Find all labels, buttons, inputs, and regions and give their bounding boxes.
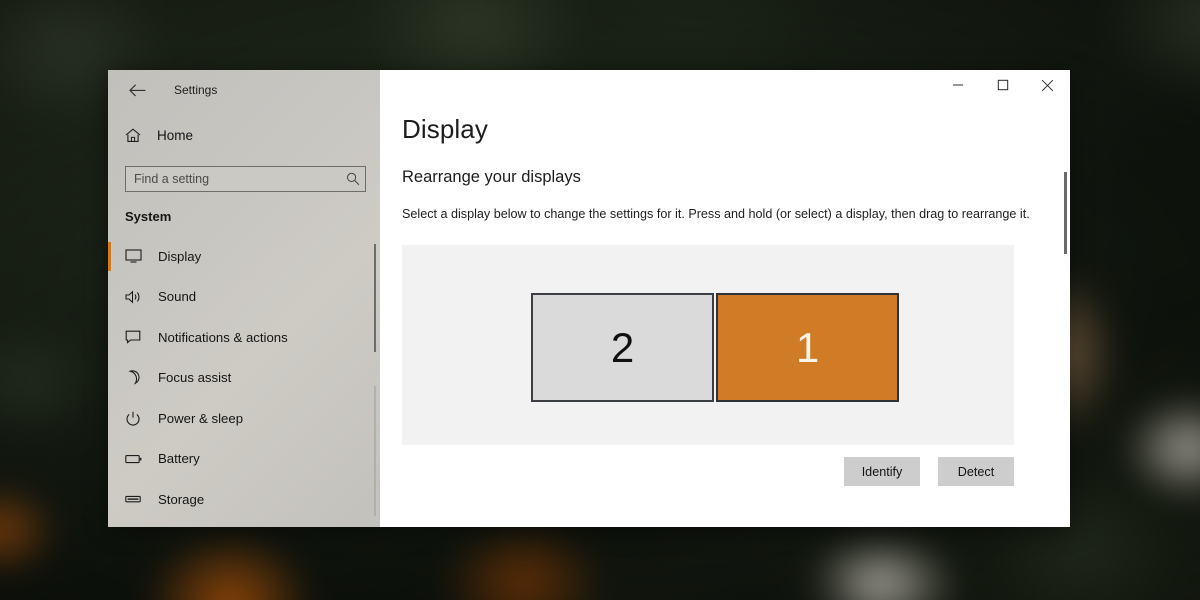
sidebar-item-sound[interactable]: Sound	[108, 277, 380, 318]
speaker-icon	[125, 290, 149, 304]
content-body: Display Rearrange your displays Select a…	[380, 106, 1070, 486]
display-tile-2-number: 2	[610, 323, 635, 371]
sidebar-home-label: Home	[157, 127, 194, 143]
search-box[interactable]	[125, 166, 366, 192]
sidebar-item-focus-assist-label: Focus assist	[158, 370, 232, 386]
sidebar-scrollbar[interactable]	[374, 236, 376, 521]
settings-window: Settings Home Find a setting System Disp…	[108, 70, 1070, 527]
identify-button[interactable]: Identify	[844, 457, 920, 486]
power-icon	[125, 411, 149, 426]
display-arrangement-canvas[interactable]: 2 1	[402, 245, 1014, 445]
window-titlebar-left: Settings	[108, 70, 380, 110]
sidebar-group-title: System	[125, 209, 172, 224]
sidebar-scrollbar-thumb[interactable]	[374, 244, 376, 352]
sidebar-item-sound-label: Sound	[158, 289, 197, 305]
home-icon	[125, 127, 151, 143]
minimize-icon[interactable]	[935, 70, 980, 100]
notification-icon	[125, 330, 149, 345]
sidebar-item-battery-label: Battery	[158, 451, 200, 467]
sidebar-item-storage[interactable]: Storage	[108, 479, 380, 520]
content-scrollbar-thumb[interactable]	[1064, 172, 1067, 254]
sidebar-item-notifications-label: Notifications & actions	[158, 329, 288, 345]
display-tile-1[interactable]: 1	[716, 293, 899, 402]
sidebar-item-battery[interactable]: Battery	[108, 439, 380, 480]
sidebar-item-focus-assist[interactable]: Focus assist	[108, 358, 380, 399]
detect-button[interactable]: Detect	[938, 457, 1014, 486]
sidebar-item-power-sleep[interactable]: Power & sleep	[108, 398, 380, 439]
monitor-icon	[125, 249, 149, 263]
battery-icon	[125, 453, 149, 465]
display-tile-1-number: 1	[795, 323, 820, 371]
section-title: Rearrange your displays	[402, 168, 581, 186]
navigation-pane: Settings Home Find a setting System Disp…	[108, 70, 380, 527]
window-titlebar-right	[380, 70, 1070, 106]
sidebar-item-display[interactable]: Display	[108, 236, 380, 277]
moon-icon	[125, 370, 149, 385]
page-title: Display	[402, 114, 488, 144]
content-pane: Display Rearrange your displays Select a…	[380, 70, 1070, 527]
display-action-buttons: Identify Detect	[402, 457, 1014, 486]
back-arrow-icon[interactable]	[122, 75, 152, 105]
sidebar-item-power-sleep-label: Power & sleep	[158, 410, 244, 426]
desktop: Settings Home Find a setting System Disp…	[0, 0, 1200, 600]
section-description: Select a display below to change the set…	[402, 207, 1030, 221]
search-input[interactable]	[126, 171, 341, 187]
sidebar-item-storage-label: Storage	[158, 491, 205, 507]
display-tile-2[interactable]: 2	[531, 293, 714, 402]
sidebar-item-notifications[interactable]: Notifications & actions	[108, 317, 380, 358]
sidebar-scrollbar-track[interactable]	[374, 386, 376, 516]
sidebar-item-display-label: Display	[158, 248, 202, 264]
content-scrollbar[interactable]	[1064, 106, 1067, 521]
storage-icon	[125, 493, 149, 505]
sidebar-item-list: Display Sound Notifications & actions Fo…	[108, 236, 380, 520]
search-icon[interactable]	[341, 172, 365, 186]
sidebar-item-home[interactable]: Home	[108, 118, 380, 152]
close-icon[interactable]	[1025, 70, 1070, 100]
window-title: Settings	[174, 83, 218, 97]
maximize-icon[interactable]	[980, 70, 1025, 100]
